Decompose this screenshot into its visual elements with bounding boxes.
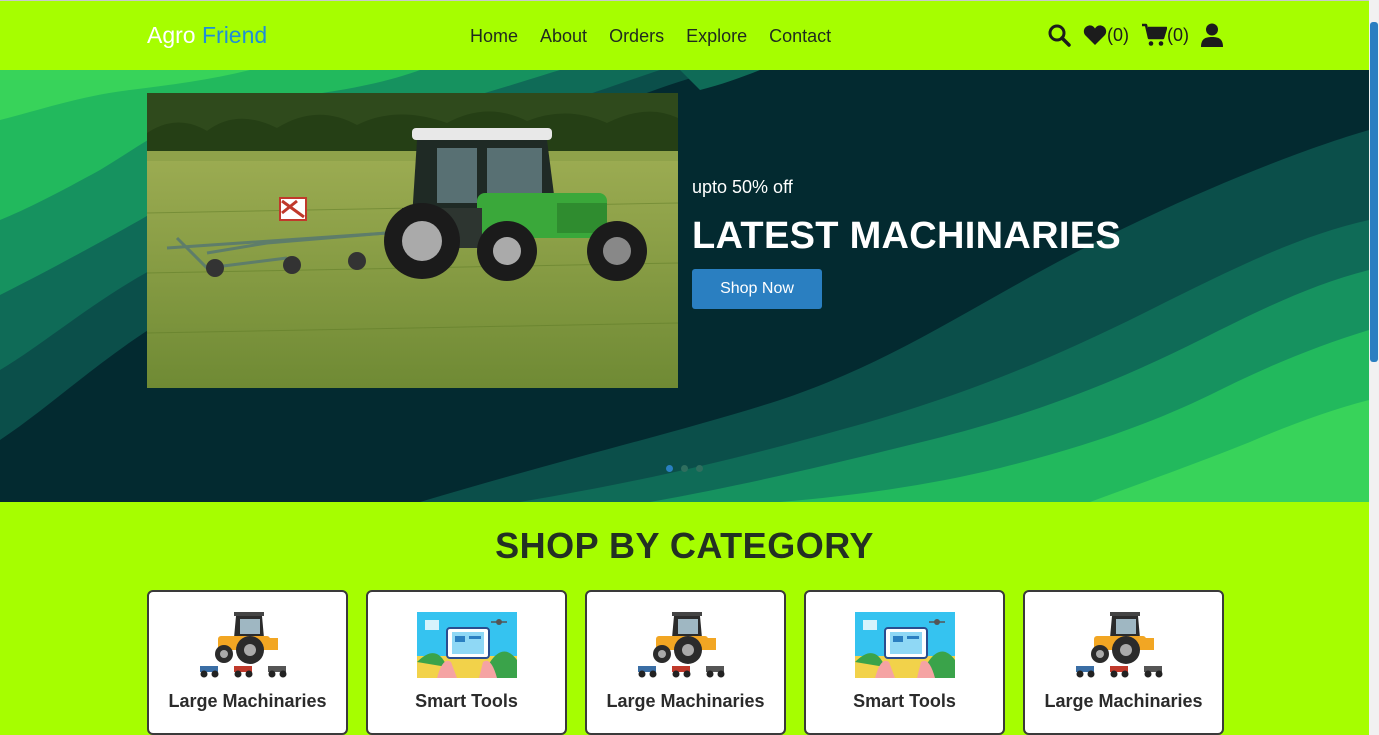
- heart-icon: [1083, 25, 1107, 45]
- smart-farm-icon: [416, 612, 517, 678]
- shop-now-button[interactable]: Shop Now: [692, 269, 822, 309]
- category-card-large-machinaries[interactable]: Large Machinaries: [585, 590, 786, 735]
- category-label: Large Machinaries: [1044, 691, 1203, 711]
- wishlist-count: (0): [1107, 25, 1129, 45]
- category-label: Smart Tools: [853, 691, 956, 711]
- user-icon[interactable]: [1201, 23, 1223, 47]
- navbar: Agro Friend Home About Orders Explore Co…: [0, 0, 1369, 70]
- category-label: Smart Tools: [415, 691, 518, 711]
- category-card-smart-tools[interactable]: Smart Tools: [804, 590, 1005, 735]
- carousel-dot-2[interactable]: [681, 465, 688, 472]
- nav-link-explore[interactable]: Explore: [686, 25, 747, 47]
- nav-link-orders[interactable]: Orders: [609, 25, 664, 47]
- hero-offer-text: upto 50% off: [692, 177, 793, 197]
- category-cards: Large Machinaries Smart Tools Large Mach…: [147, 590, 1224, 735]
- category-label: Large Machinaries: [168, 691, 327, 711]
- brand-name-part2: Friend: [201, 22, 268, 48]
- nav-link-home[interactable]: Home: [470, 25, 518, 47]
- cart-button[interactable]: (0): [1141, 23, 1189, 47]
- hero-title: LATEST MACHINARIES: [692, 215, 1122, 257]
- nav-link-about[interactable]: About: [540, 25, 587, 47]
- category-card-smart-tools[interactable]: Smart Tools: [366, 590, 567, 735]
- tractor-icon: [199, 612, 286, 678]
- nav-links: Home About Orders Explore Contact: [470, 25, 831, 47]
- carousel-indicators: [666, 465, 703, 472]
- brand-name-part1: Agro: [147, 22, 196, 48]
- tractor-icon: [1075, 612, 1162, 678]
- category-card-large-machinaries[interactable]: Large Machinaries: [1023, 590, 1224, 735]
- cart-count: (0): [1167, 25, 1189, 45]
- search-icon[interactable]: [1047, 23, 1071, 47]
- smart-farm-icon: [854, 612, 955, 678]
- category-card-large-machinaries[interactable]: Large Machinaries: [147, 590, 348, 735]
- carousel-dot-3[interactable]: [696, 465, 703, 472]
- hero-tractor-image: [147, 93, 678, 388]
- page-scrollbar[interactable]: [1369, 0, 1379, 735]
- wishlist-button[interactable]: (0): [1083, 24, 1129, 46]
- category-section-title: SHOP BY CATEGORY: [495, 525, 874, 566]
- category-label: Large Machinaries: [606, 691, 765, 711]
- scrollbar-thumb[interactable]: [1370, 22, 1378, 362]
- tractor-icon: [637, 612, 724, 678]
- nav-icons: (0) (0): [1047, 23, 1223, 47]
- carousel-dot-1[interactable]: [666, 465, 673, 472]
- nav-link-contact[interactable]: Contact: [769, 25, 831, 47]
- cart-icon: [1142, 23, 1167, 46]
- hero-carousel: upto 50% off LATEST MACHINARIES Shop Now: [0, 70, 1369, 502]
- brand-logo[interactable]: Agro Friend: [147, 21, 267, 49]
